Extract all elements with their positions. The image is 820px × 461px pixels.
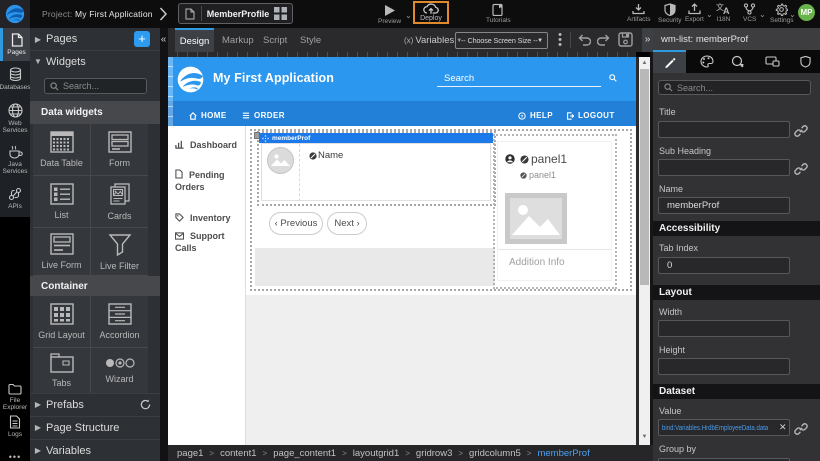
svg-text:?: ? bbox=[521, 113, 524, 119]
svg-text:A: A bbox=[723, 6, 730, 15]
